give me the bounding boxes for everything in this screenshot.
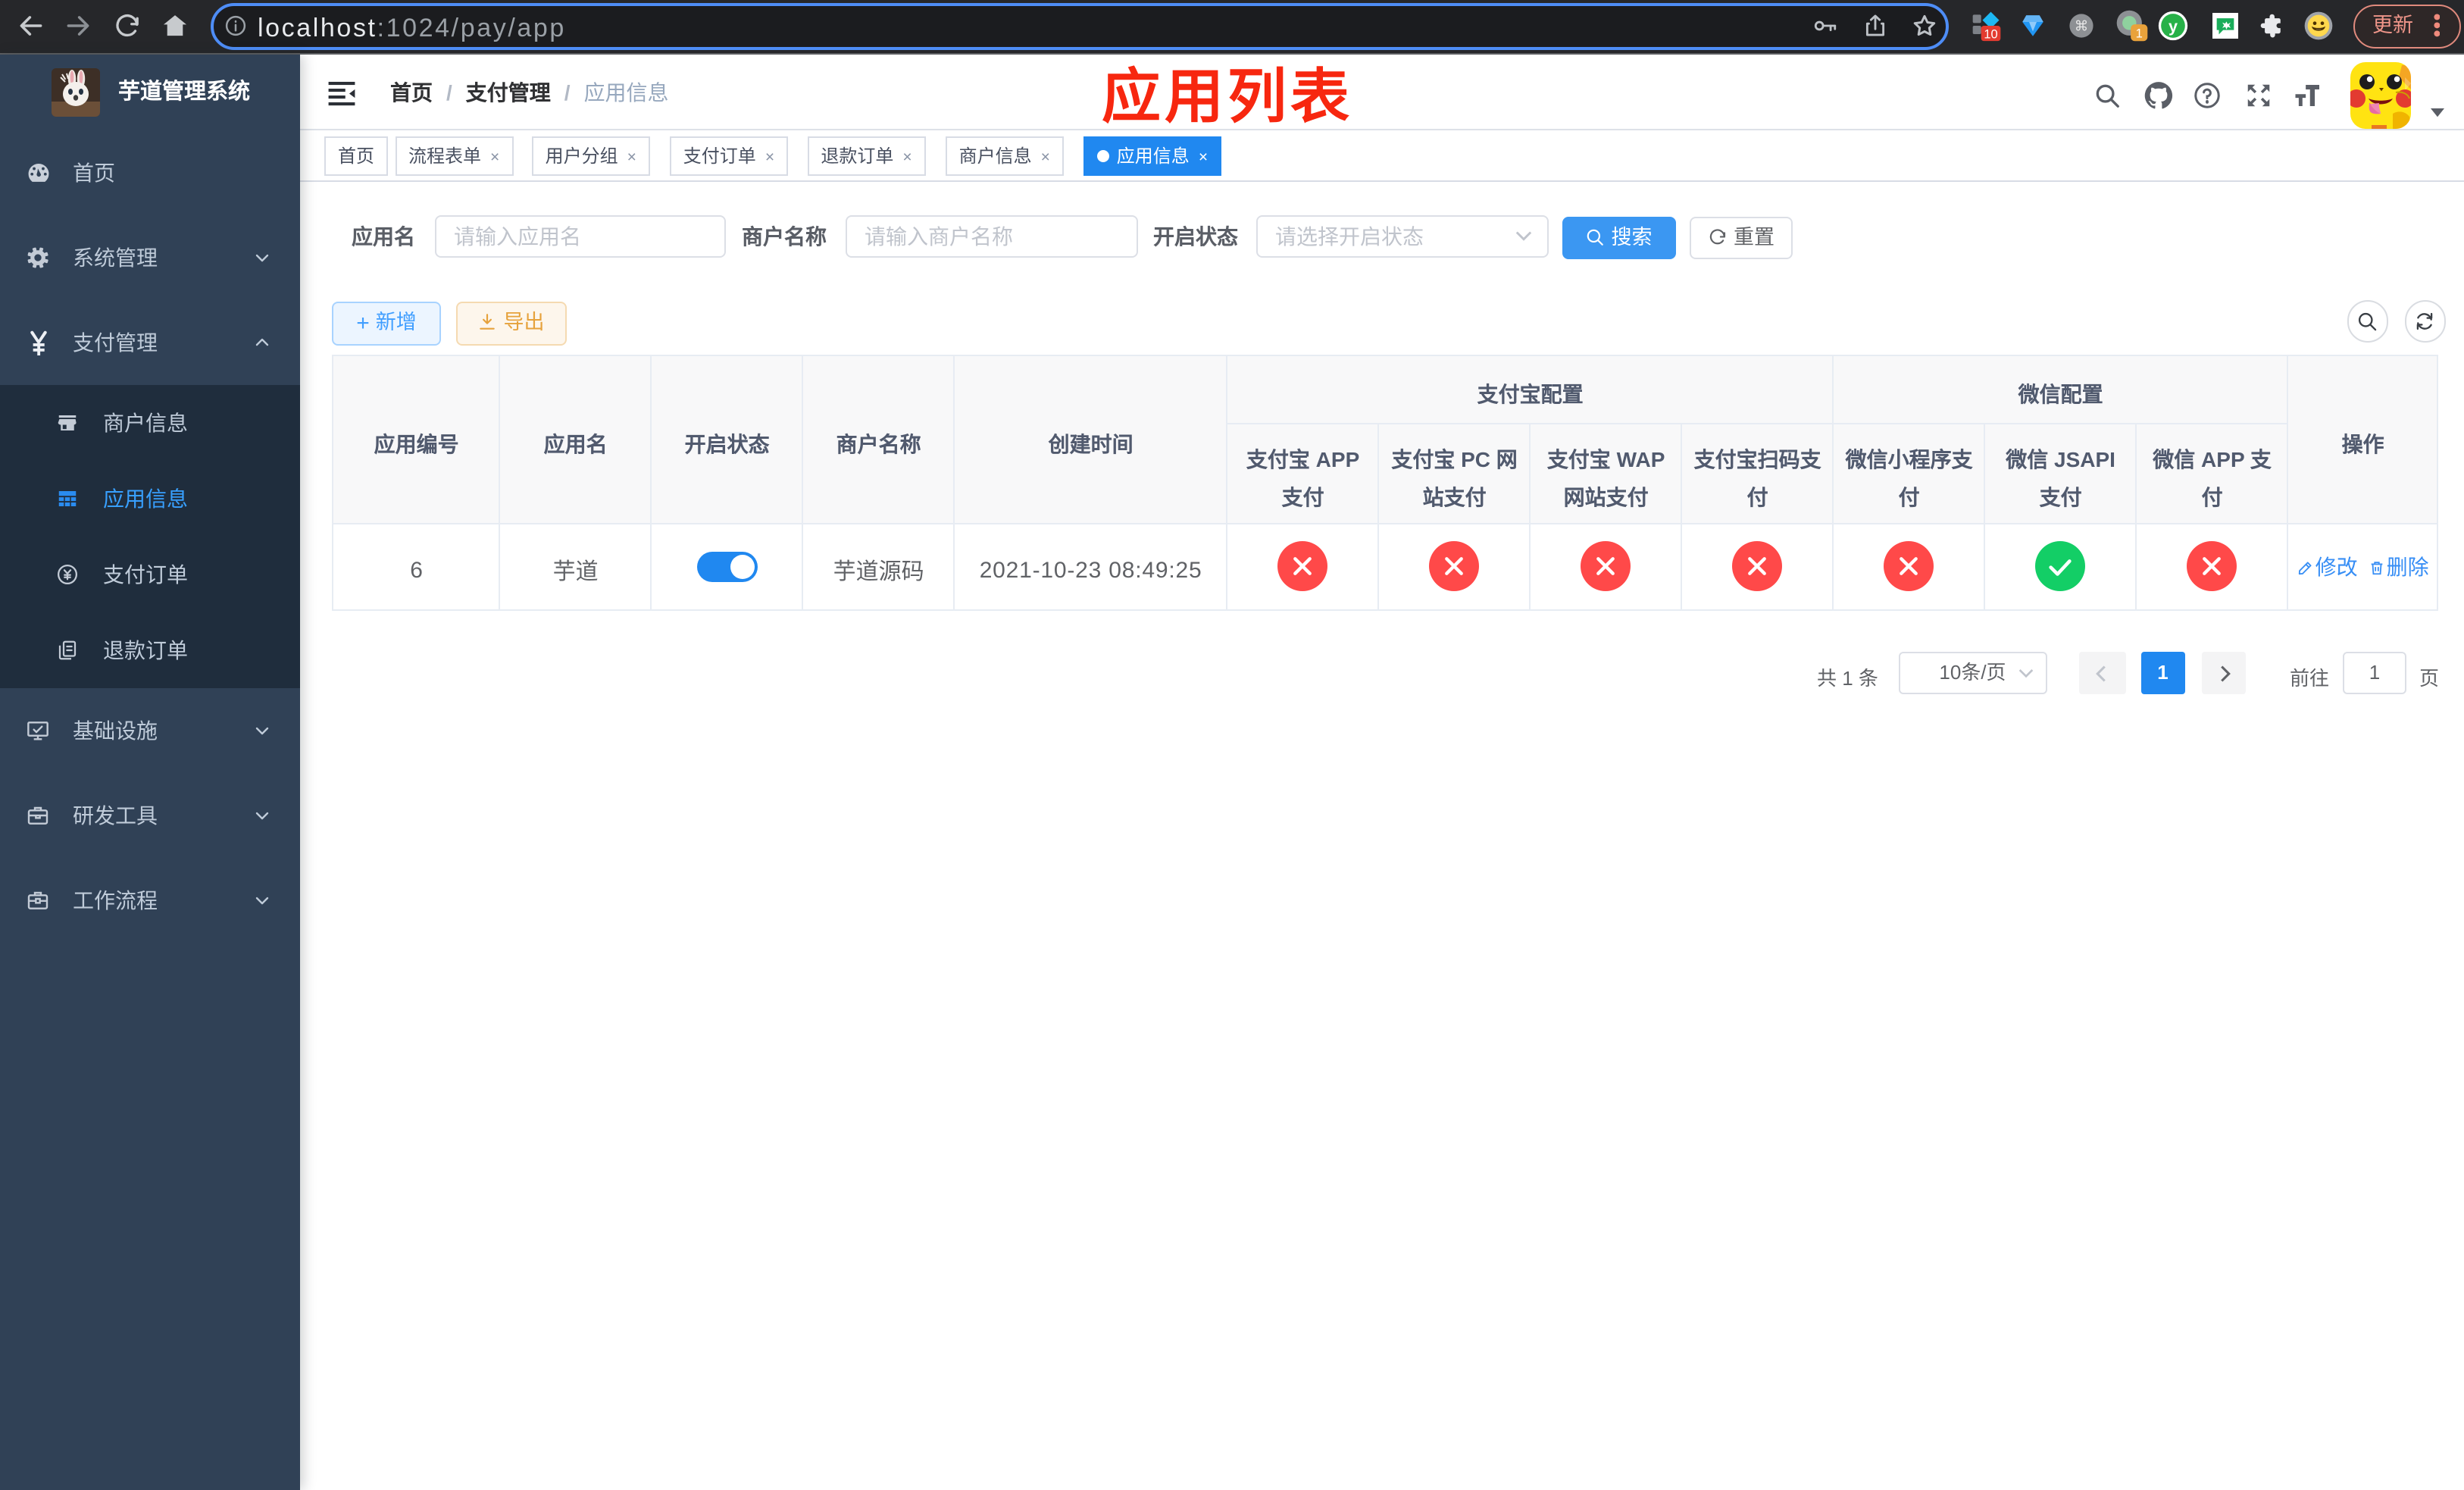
svg-text:y: y	[2169, 17, 2178, 36]
svg-text:⌘: ⌘	[2075, 18, 2088, 34]
svg-text:1: 1	[2136, 27, 2143, 41]
svg-text:10: 10	[1984, 28, 1997, 42]
